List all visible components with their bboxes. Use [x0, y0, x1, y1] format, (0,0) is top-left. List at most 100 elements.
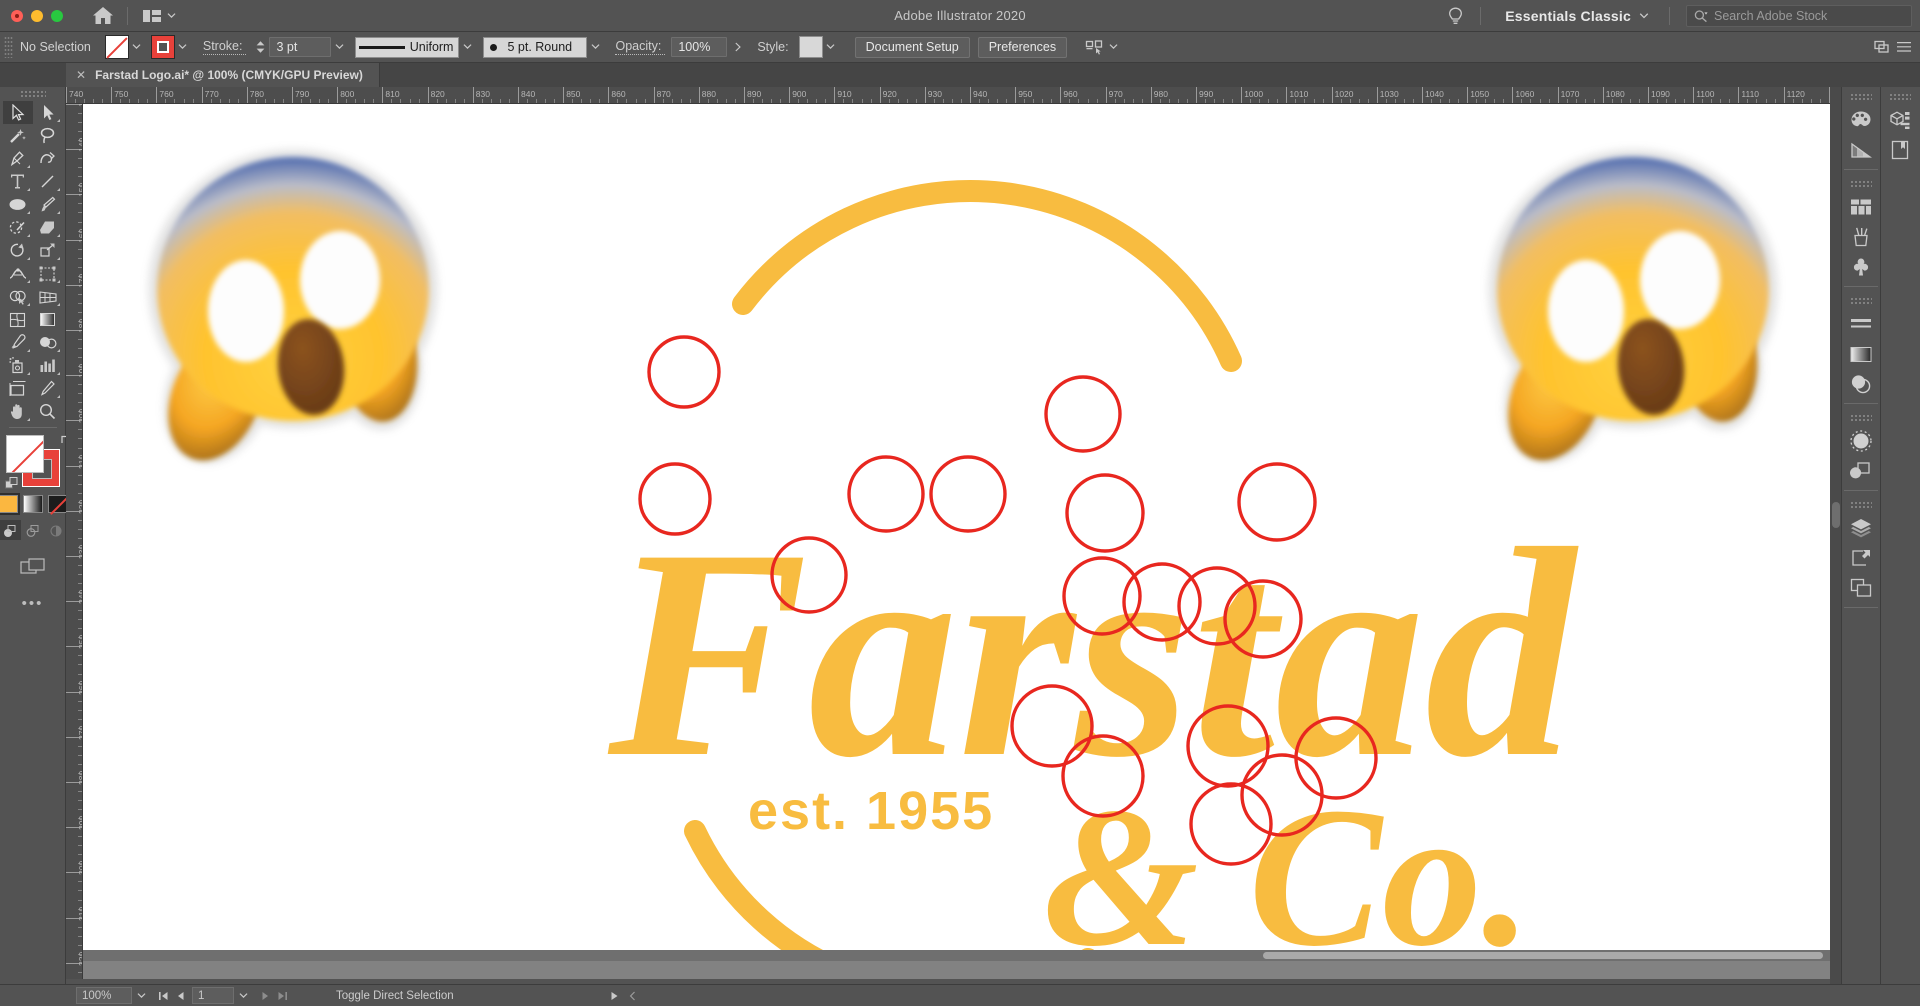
- paintbrush-tool[interactable]: [33, 193, 63, 216]
- canvas[interactable]: Farstad est. 1955 & Co.: [83, 104, 1841, 979]
- stroke-weight-input[interactable]: 3 pt: [269, 37, 332, 57]
- tools-panel-grip[interactable]: [19, 90, 46, 98]
- stroke-color-control[interactable]: [150, 35, 191, 59]
- close-window-button[interactable]: [11, 9, 23, 22]
- zoom-level-input[interactable]: 100%: [76, 987, 132, 1004]
- panel-options-icon[interactable]: [1896, 40, 1912, 54]
- next-artboard-icon[interactable]: [258, 988, 273, 1004]
- transparency-panel-icon[interactable]: [1844, 369, 1878, 399]
- color-panel-icon[interactable]: [1844, 105, 1878, 135]
- direct-selection-tool[interactable]: [33, 101, 63, 124]
- dock-scrollbar[interactable]: [1830, 87, 1841, 1006]
- hand-tool[interactable]: [3, 400, 33, 423]
- draw-inside-button[interactable]: [45, 520, 67, 540]
- arrange-icon[interactable]: [1874, 40, 1890, 54]
- type-tool[interactable]: [3, 170, 33, 193]
- play-icon[interactable]: [610, 991, 619, 1001]
- brush-definition-select[interactable]: 5 pt. Round: [483, 36, 588, 58]
- artboard-tool[interactable]: [3, 377, 33, 400]
- pen-tool[interactable]: [3, 147, 33, 170]
- last-artboard-icon[interactable]: [275, 988, 290, 1004]
- zoom-tool[interactable]: [33, 400, 63, 423]
- dock-group-grip[interactable]: [1889, 93, 1911, 101]
- fill-control[interactable]: [104, 35, 145, 59]
- ellipse-tool[interactable]: [3, 193, 33, 216]
- fill-color-swatch[interactable]: [5, 435, 44, 473]
- opacity-options-icon[interactable]: [727, 35, 749, 59]
- dock-group-grip[interactable]: [1850, 297, 1872, 305]
- chevron-down-icon[interactable]: [823, 35, 839, 59]
- dock-group-grip[interactable]: [1850, 93, 1872, 101]
- gradient-tool[interactable]: [33, 308, 63, 331]
- chevron-down-icon[interactable]: [331, 35, 347, 59]
- shape-builder-tool[interactable]: [3, 285, 33, 308]
- first-artboard-icon[interactable]: [156, 988, 171, 1004]
- default-fill-stroke-icon[interactable]: [4, 477, 19, 491]
- chevron-down-icon[interactable]: [132, 992, 150, 999]
- stroke-profile-select[interactable]: Uniform: [355, 36, 460, 58]
- maximize-window-button[interactable]: [51, 9, 63, 22]
- lasso-tool[interactable]: [33, 124, 63, 147]
- document-setup-button[interactable]: Document Setup: [854, 36, 970, 58]
- perspective-grid-tool[interactable]: [33, 285, 63, 308]
- control-bar-grip[interactable]: [4, 36, 13, 58]
- artboard-number-input[interactable]: 1: [192, 987, 234, 1004]
- preferences-button[interactable]: Preferences: [977, 36, 1068, 58]
- workspace-switcher[interactable]: Essentials Classic: [1491, 8, 1637, 24]
- dock-group-grip[interactable]: [1850, 501, 1872, 509]
- gradient-panel-icon[interactable]: [1844, 339, 1878, 369]
- stroke-swatch[interactable]: [150, 35, 175, 59]
- none-button[interactable]: [47, 495, 68, 513]
- fill-swatch[interactable]: [104, 35, 129, 59]
- blend-tool[interactable]: [33, 331, 63, 354]
- document-tab[interactable]: ✕ Farstad Logo.ai* @ 100% (CMYK/GPU Prev…: [66, 63, 380, 87]
- artboard[interactable]: Farstad est. 1955 & Co.: [83, 104, 1830, 961]
- opacity-label[interactable]: Opacity:: [615, 39, 666, 55]
- symbol-sprayer-tool[interactable]: [3, 354, 33, 377]
- change-screen-mode-button[interactable]: [16, 554, 50, 578]
- home-icon[interactable]: [89, 2, 117, 30]
- layers-panel-icon[interactable]: [1844, 513, 1878, 543]
- eraser-tool[interactable]: [33, 216, 63, 239]
- edit-toolbar-button[interactable]: •••: [22, 596, 44, 611]
- canvas-horizontal-scrollbar[interactable]: [83, 950, 1830, 961]
- search-adobe-stock-input[interactable]: Search Adobe Stock: [1686, 5, 1912, 27]
- stroke-weight-stepper[interactable]: [254, 37, 267, 57]
- stroke-panel-icon[interactable]: [1844, 309, 1878, 339]
- graphic-style-swatch[interactable]: [798, 36, 823, 58]
- collapse-icon[interactable]: [629, 991, 636, 1001]
- rotate-tool[interactable]: [3, 239, 33, 262]
- chevron-down-icon[interactable]: [129, 35, 145, 59]
- line-segment-tool[interactable]: [33, 170, 63, 193]
- lightbulb-icon[interactable]: [1440, 0, 1470, 32]
- scale-tool[interactable]: [33, 239, 63, 262]
- free-transform-tool[interactable]: [33, 262, 63, 285]
- document-panel-icon[interactable]: [1883, 135, 1917, 165]
- draw-behind-button[interactable]: [22, 520, 44, 540]
- asset-export-panel-icon[interactable]: [1844, 573, 1878, 603]
- dock-group-grip[interactable]: [1850, 180, 1872, 188]
- width-tool[interactable]: [3, 262, 33, 285]
- eyedropper-tool[interactable]: [3, 331, 33, 354]
- chevron-down-icon[interactable]: [587, 35, 603, 59]
- magic-wand-tool[interactable]: [3, 124, 33, 147]
- column-graph-tool[interactable]: [33, 354, 63, 377]
- appearance-panel-icon[interactable]: [1844, 426, 1878, 456]
- dock-group-grip[interactable]: [1850, 414, 1872, 422]
- chevron-down-icon[interactable]: [234, 992, 252, 999]
- minimize-window-button[interactable]: [31, 9, 43, 22]
- chevron-down-icon[interactable]: [175, 35, 191, 59]
- opacity-input[interactable]: 100%: [671, 37, 728, 57]
- color-guide-panel-icon[interactable]: [1844, 135, 1878, 165]
- symbols-panel-icon[interactable]: [1844, 252, 1878, 282]
- stroke-label[interactable]: Stroke:: [202, 39, 247, 55]
- gradient-button[interactable]: [22, 495, 43, 513]
- shaper-tool[interactable]: [3, 216, 33, 239]
- chevron-down-icon[interactable]: [1637, 12, 1659, 20]
- selection-tool[interactable]: [2, 101, 33, 124]
- libraries-panel-icon[interactable]: [1883, 105, 1917, 135]
- properties-panel-icon[interactable]: [1844, 192, 1878, 222]
- chevron-down-icon[interactable]: [459, 35, 475, 59]
- brushes-panel-icon[interactable]: [1844, 222, 1878, 252]
- draw-normal-button[interactable]: [0, 520, 21, 540]
